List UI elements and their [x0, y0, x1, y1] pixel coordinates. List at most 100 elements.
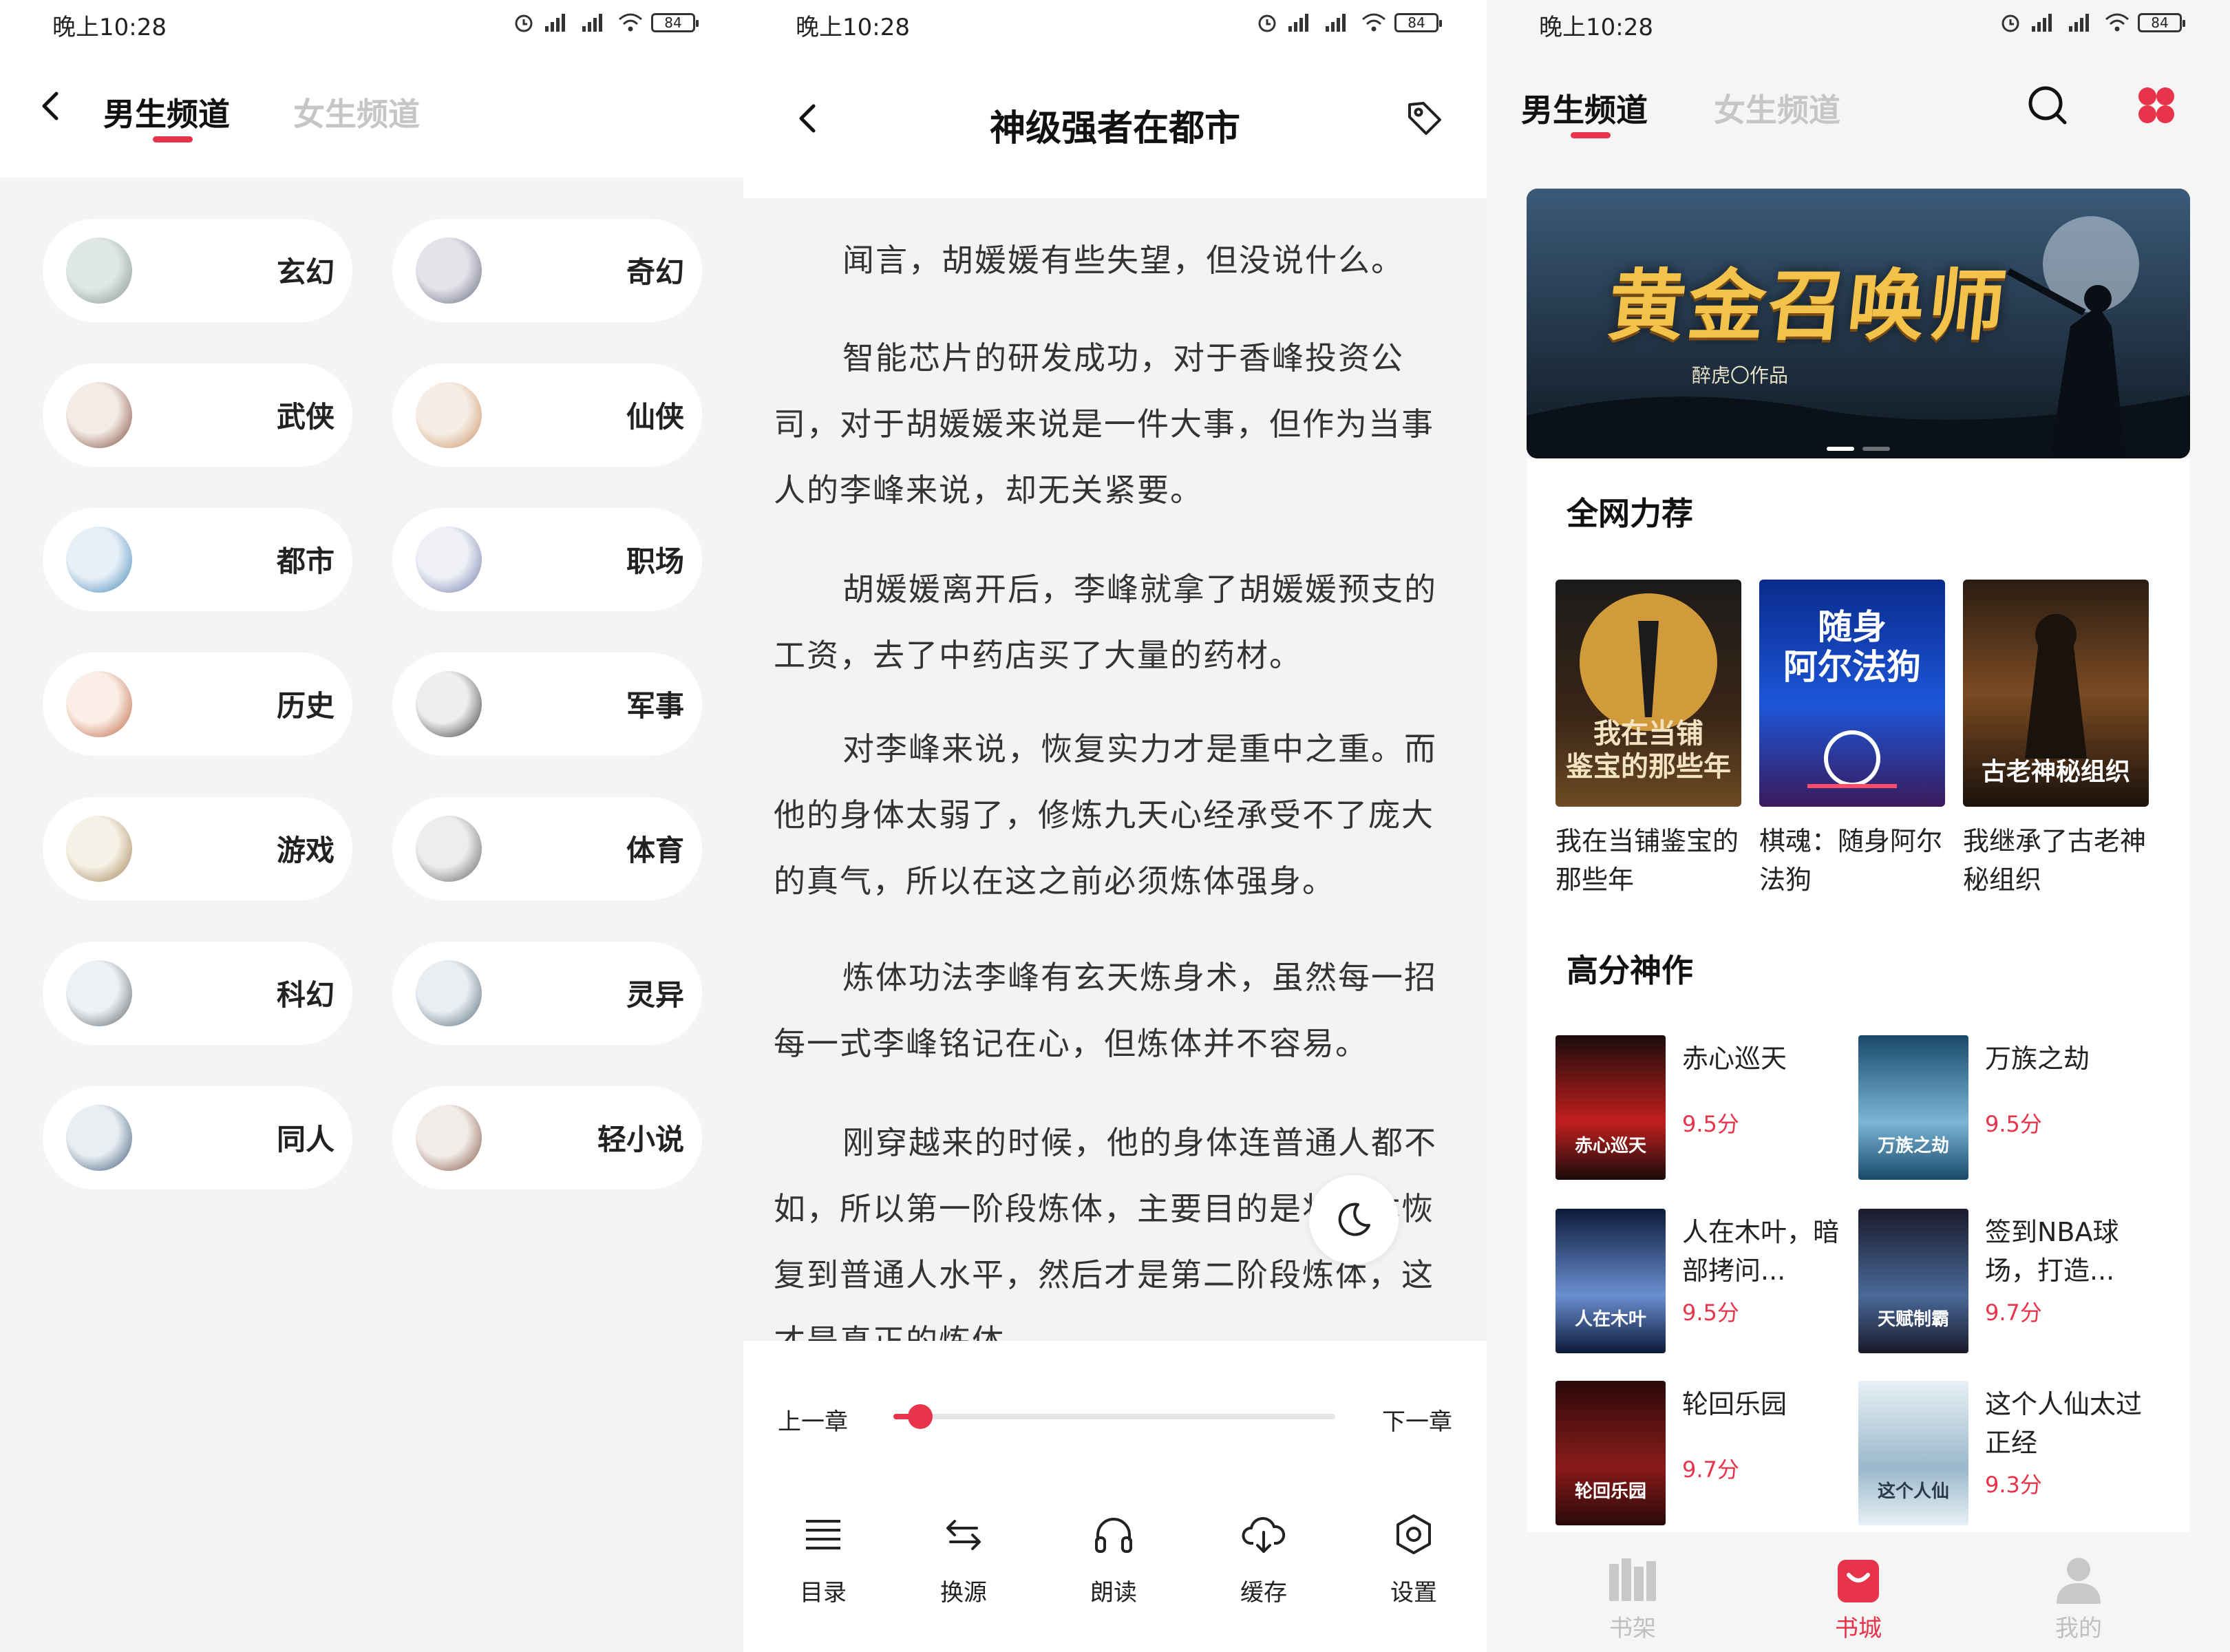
- book-title: 签到NBA球场，打造...: [1985, 1217, 2119, 1286]
- back-button[interactable]: [32, 85, 73, 127]
- book-card[interactable]: 随身 阿尔法狗 棋魂：随身阿尔法狗: [1759, 580, 1945, 899]
- category-card[interactable]: 轻小说: [392, 1086, 702, 1189]
- book-score: 9.7分: [1985, 1300, 2042, 1326]
- category-card[interactable]: 同人: [43, 1086, 352, 1189]
- book-cover: 这个人仙: [1858, 1381, 1968, 1525]
- high-score-book[interactable]: 轮回乐园 轮回乐园 9.7分: [1555, 1381, 1858, 1525]
- category-label: 游戏: [276, 834, 334, 867]
- cover-text: 古老神秘组织: [1981, 757, 2130, 786]
- category-card[interactable]: 历史: [43, 653, 352, 756]
- tab-female-channel[interactable]: 女生频道: [293, 89, 420, 135]
- high-score-book[interactable]: 人在木叶 人在木叶，暗部拷问... 9.5分: [1555, 1209, 1858, 1353]
- category-label: 仙侠: [626, 400, 684, 434]
- book-cover: 随身 阿尔法狗: [1759, 580, 1945, 807]
- tab-male-channel[interactable]: 男生频道: [1521, 85, 1648, 131]
- book-title: 我在当铺鉴宝的那些年: [1555, 826, 1739, 895]
- category-card[interactable]: 职场: [392, 508, 702, 611]
- cache-button[interactable]: 缓存: [1215, 1510, 1312, 1607]
- active-tab-indicator: [1571, 132, 1611, 138]
- category-thumbnail: [416, 816, 482, 882]
- night-mode-button[interactable]: [1309, 1175, 1399, 1264]
- nav-bookstore[interactable]: 书城: [1803, 1552, 1913, 1643]
- bookstore-content: 全网力荐 我在当铺 鉴宝的那些年 我在当铺鉴宝的那些年 随身 阿尔法狗 棋魂：随…: [1527, 458, 2190, 1532]
- toc-label: 目录: [800, 1579, 847, 1607]
- category-label: 科幻: [276, 978, 334, 1012]
- user-icon: [2057, 1558, 2101, 1604]
- category-card[interactable]: 仙侠: [392, 363, 702, 467]
- cover-text: 天赋制霸: [1877, 1309, 1949, 1330]
- book-cover: 人在木叶: [1555, 1209, 1666, 1353]
- bottom-navigation: 书架 书城 我的: [1487, 1532, 2230, 1652]
- nav-profile[interactable]: 我的: [2024, 1552, 2134, 1643]
- settings-button[interactable]: 设置: [1366, 1510, 1462, 1607]
- book-cover: 天赋制霸: [1858, 1209, 1968, 1353]
- banner-subtitle: 醉虎〇作品: [1692, 364, 1789, 387]
- category-label: 武侠: [276, 400, 334, 434]
- status-bar: 晚上10:28 84: [0, 0, 743, 48]
- read-aloud-button[interactable]: 朗读: [1065, 1510, 1162, 1607]
- signal-icon-2: [582, 14, 602, 32]
- book-cover: 赤心巡天: [1555, 1035, 1666, 1180]
- book-title: 轮回乐园: [1682, 1389, 1787, 1419]
- category-thumbnail: [66, 382, 132, 448]
- cloud-download-icon: [1242, 1516, 1286, 1553]
- book-score: 9.5分: [1985, 1111, 2042, 1137]
- high-score-book[interactable]: 赤心巡天 赤心巡天 9.5分: [1555, 1035, 1858, 1180]
- category-card[interactable]: 军事: [392, 653, 702, 756]
- bookshelf-icon: [1609, 1558, 1656, 1601]
- category-thumbnail: [66, 527, 132, 593]
- swap-source-label: 换源: [940, 1579, 987, 1607]
- banner-title: 黄金召唤师: [1604, 261, 2013, 351]
- category-label: 灵异: [626, 978, 684, 1012]
- category-card[interactable]: 武侠: [43, 363, 352, 467]
- category-card[interactable]: 科幻: [43, 942, 352, 1045]
- book-card[interactable]: 我在当铺 鉴宝的那些年 我在当铺鉴宝的那些年: [1555, 580, 1741, 899]
- category-thumbnail: [416, 237, 482, 304]
- high-score-book[interactable]: 万族之劫 万族之劫 9.5分: [1858, 1035, 2161, 1180]
- book-title: 人在木叶，暗部拷问...: [1682, 1217, 1840, 1286]
- toc-button[interactable]: 目录: [775, 1510, 871, 1607]
- chapter-progress-slider[interactable]: [893, 1404, 1335, 1429]
- category-card[interactable]: 都市: [43, 508, 352, 611]
- book-title: 赤心巡天: [1682, 1044, 1787, 1074]
- category-card[interactable]: 玄幻: [43, 219, 352, 322]
- status-time: 晚上10:28: [52, 14, 167, 41]
- swap-source-button[interactable]: 换源: [915, 1510, 1012, 1607]
- search-icon[interactable]: [2024, 81, 2072, 129]
- category-label: 奇幻: [626, 255, 684, 289]
- chapter-paragraph: 智能芯片的研发成功，对于香峰投资公司，对于胡媛媛来说是一件大事，但作为当事人的李…: [774, 339, 1434, 509]
- book-cover: 古老神秘组织: [1963, 580, 2149, 807]
- category-label: 职场: [626, 544, 684, 578]
- prev-chapter-button[interactable]: 上一章: [778, 1403, 848, 1437]
- high-score-book[interactable]: 这个人仙 这个人仙太过正经 9.3分: [1858, 1381, 2161, 1525]
- status-icons: 84: [512, 10, 699, 36]
- category-card[interactable]: 体育: [392, 797, 702, 900]
- category-card[interactable]: 灵异: [392, 942, 702, 1045]
- battery-indicator: 84: [1394, 13, 1442, 32]
- tab-female-channel[interactable]: 女生频道: [1714, 85, 1840, 131]
- high-score-book[interactable]: 天赋制霸 签到NBA球场，打造... 9.7分: [1858, 1209, 2161, 1353]
- nav-bookshelf-label: 书架: [1609, 1615, 1656, 1642]
- book-card[interactable]: 古老神秘组织 我继承了古老神秘组织: [1963, 580, 2149, 899]
- reader-content[interactable]: 闻言，胡媛媛有些失望，但没说什么。 智能芯片的研发成功，对于香峰投资公司，对于胡媛…: [743, 198, 1487, 1341]
- promo-banner[interactable]: 黄金召唤师 醉虎〇作品: [1527, 189, 2190, 458]
- next-chapter-button[interactable]: 下一章: [1382, 1403, 1452, 1437]
- back-button[interactable]: [789, 98, 830, 139]
- category-card[interactable]: 奇幻: [392, 219, 702, 322]
- category-card[interactable]: 游戏: [43, 797, 352, 900]
- status-time: 晚上10:28: [1539, 14, 1653, 41]
- category-thumbnail: [66, 1105, 132, 1171]
- tab-male-channel[interactable]: 男生频道: [103, 89, 230, 135]
- tag-icon[interactable]: [1404, 98, 1445, 139]
- app-menu-icon[interactable]: [2134, 83, 2179, 128]
- status-time: 晚上10:28: [796, 14, 910, 41]
- nav-bookshelf[interactable]: 书架: [1578, 1552, 1688, 1643]
- reader-header: 神级强者在都市: [743, 48, 1487, 198]
- slider-handle[interactable]: [907, 1404, 933, 1429]
- alarm-icon: [2001, 14, 2019, 32]
- category-thumbnail: [416, 671, 482, 737]
- book-cover: 万族之劫: [1858, 1035, 1968, 1180]
- bookstore-header: 男生频道 女生频道: [1487, 48, 2230, 172]
- chapter-paragraph: 胡媛媛离开后，李峰就拿了胡媛媛预支的工资，去了中药店买了大量的药材。: [774, 571, 1437, 674]
- category-thumbnail: [66, 816, 132, 882]
